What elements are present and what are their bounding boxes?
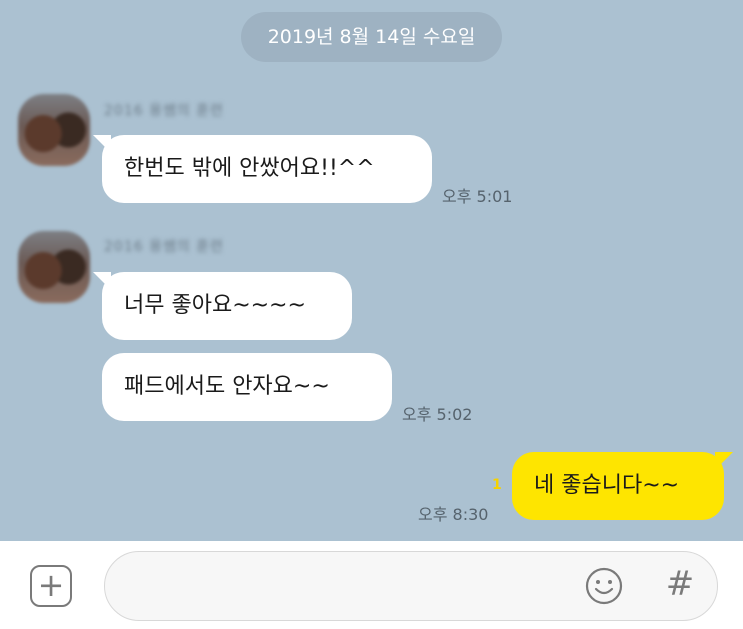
avatar[interactable]	[18, 94, 90, 166]
smiley-icon[interactable]	[584, 566, 624, 606]
avatar[interactable]	[18, 231, 90, 303]
date-divider: 2019년 8월 14일 수요일	[241, 12, 502, 62]
message-bubble[interactable]: 너무 좋아요~~~~	[93, 272, 352, 340]
chat-area[interactable]: 2019년 8월 14일 수요일 2016 용쌤의 훈련 한번도 밖에 안쌌어요…	[0, 0, 743, 541]
hashtag-button[interactable]: #	[664, 564, 696, 604]
message-time: 오후 5:01	[442, 187, 513, 206]
unread-count: 1	[492, 477, 502, 493]
sender-name: 2016 용쌤의 훈련	[104, 103, 224, 119]
message-bubble[interactable]: 패드에서도 안자요~~	[102, 353, 392, 421]
my-message-bubble[interactable]: 네 좋습니다~~	[512, 452, 733, 520]
message-bubble[interactable]: 한번도 밖에 안쌌어요!!^^	[93, 135, 432, 203]
message-time: 오후 5:02	[402, 405, 473, 424]
sender-name: 2016 용쌤의 훈련	[104, 239, 224, 255]
message-input[interactable]	[104, 551, 718, 621]
plus-icon[interactable]: +	[30, 565, 72, 607]
message-time: 오후 8:30	[418, 505, 489, 524]
